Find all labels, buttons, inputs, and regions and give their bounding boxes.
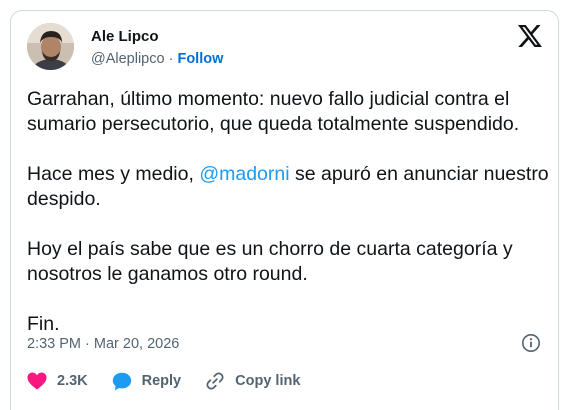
copy-link-label: Copy link [235,373,301,389]
tweet-paragraph: Hoy el país sabe que es un chorro de cua… [27,238,513,285]
action-bar: 2.3K Reply Copy link [27,371,324,391]
like-count: 2.3K [57,373,88,389]
author-handle[interactable]: @Aleplipco [91,51,165,67]
meta-separator: · [85,336,90,352]
copy-link-button[interactable]: Copy link [205,371,300,391]
tweet-paragraph: Hace mes y medio, @madorni se apuró en a… [27,162,549,212]
info-icon[interactable] [521,333,541,353]
follow-button[interactable]: Follow [177,51,223,67]
tweet-timestamp[interactable]: 2:33 PM · Mar 20, 2026 [27,335,179,353]
tweet-paragraph: Fin. [27,313,60,335]
handle-separator: · [168,51,174,67]
reply-label: Reply [141,373,182,389]
heart-icon [27,372,47,390]
tweet-text: Garrahan, último momento: nuevo fallo ju… [27,87,549,362]
author-name[interactable]: Ale Lipco [91,28,159,46]
x-logo-icon[interactable] [518,25,542,47]
author-handle-row: @Aleplipco · Follow [91,50,223,68]
tweet-text-segment: Hace mes y medio, [27,163,200,185]
like-button[interactable]: 2.3K [27,372,88,390]
mention-link[interactable]: @madorni [199,163,289,185]
reply-bubble-icon [112,372,131,390]
tweet-time: 2:33 PM [27,336,81,352]
avatar-photo-icon [27,23,74,70]
reply-button[interactable]: Reply [112,372,182,391]
tweet-card: Ale Lipco @Aleplipco · Follow Garrahan, … [10,10,559,410]
avatar[interactable] [27,23,74,70]
tweet-date: Mar 20, 2026 [93,336,180,352]
link-icon [206,372,224,390]
tweet-paragraph: Garrahan, último momento: nuevo fallo ju… [27,88,520,135]
